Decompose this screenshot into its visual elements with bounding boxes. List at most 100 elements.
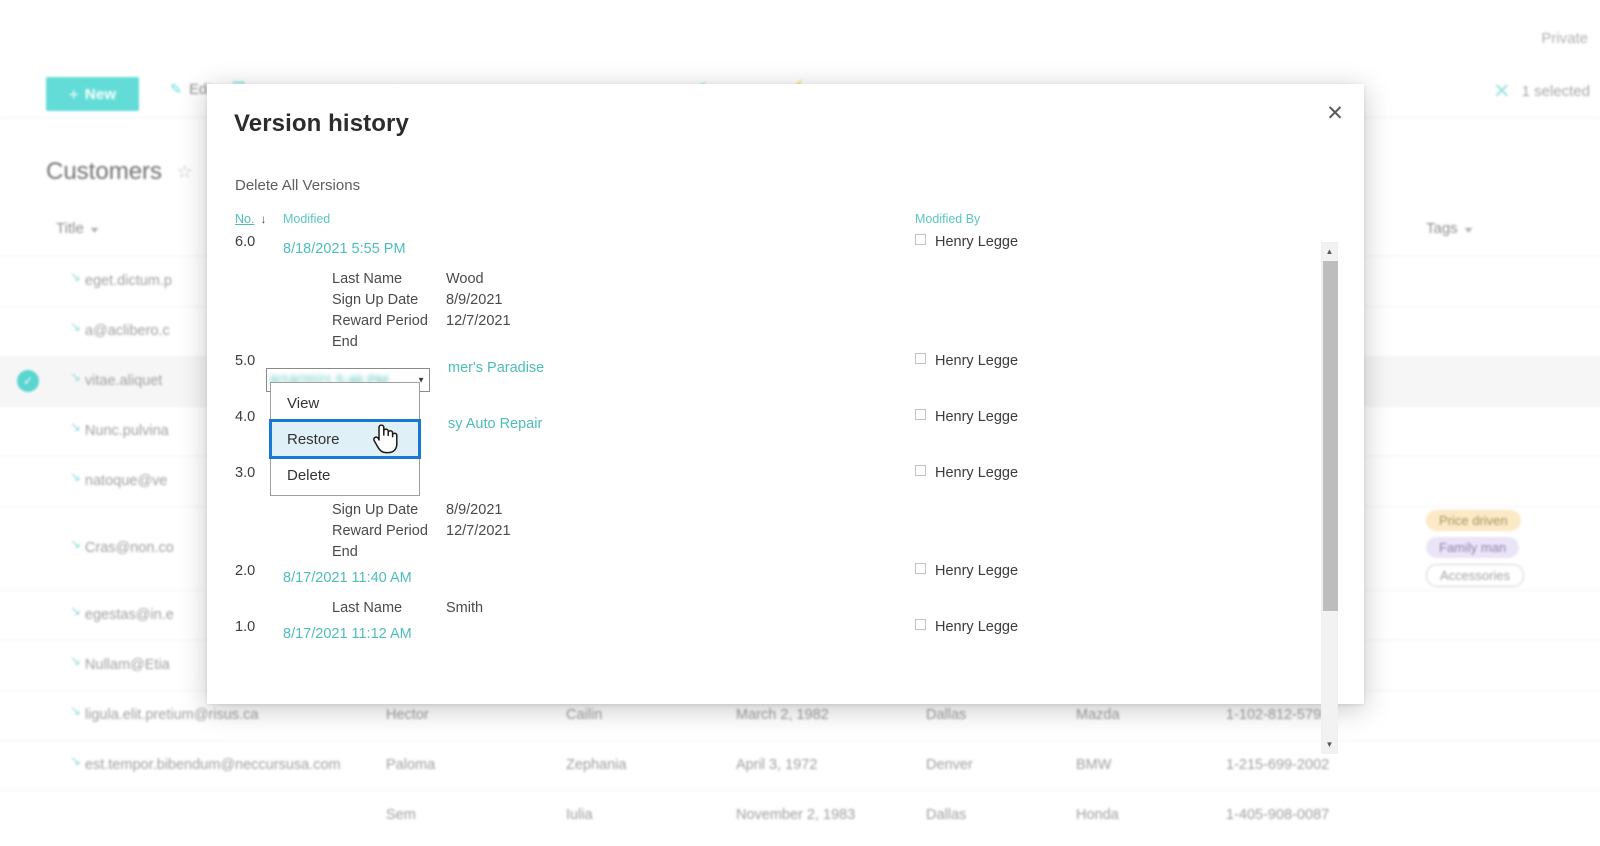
row-select-checkbox[interactable] <box>0 305 56 356</box>
version-number: 2.0 <box>235 563 256 580</box>
chevron-down-icon: ▾ <box>90 225 99 237</box>
row-select-checkbox[interactable] <box>0 255 56 306</box>
cell-tags <box>1426 639 1600 690</box>
chevron-down-icon: ▾ <box>1464 225 1472 237</box>
version-author-name: Henry Legge <box>935 465 1019 482</box>
cell-first-name-text: Sem <box>386 807 416 824</box>
cell-phone-text: 1-215-699-2002 <box>1226 757 1330 773</box>
cell-car: Honda <box>1076 789 1226 840</box>
cell-title-text: vitae.aliquet <box>84 373 163 389</box>
cell-tags <box>1426 305 1600 356</box>
version-author-name: Henry Legge <box>935 619 1019 636</box>
version-modified-by-cell: Henry Legge <box>915 409 1330 465</box>
modal-scrollbar[interactable]: ▲ ▼ <box>1321 242 1338 754</box>
cell-phone-text: 1-405-908-0087 <box>1226 807 1330 824</box>
scrollbar-thumb[interactable] <box>1323 261 1338 611</box>
cell-city-text: Dallas <box>926 807 967 824</box>
detail-field-value: 12/7/2021 <box>446 523 511 540</box>
new-button[interactable]: + New <box>46 77 139 111</box>
version-detail-row: Last Name Smith <box>332 598 483 619</box>
cell-dob-text: March 2, 1982 <box>736 707 829 723</box>
version-checkbox[interactable] <box>915 353 926 365</box>
cell-car-text: Honda <box>1076 807 1119 824</box>
version-detail-row: Reward Period End 12/7/2021 <box>332 311 511 353</box>
col-header-no[interactable]: No. ↓ <box>235 212 283 234</box>
shared-icon: ↘ <box>70 369 81 384</box>
cell-title <box>56 789 386 840</box>
version-date-link[interactable]: 8/18/2021 5:55 PM <box>283 234 915 257</box>
close-icon[interactable]: ✕ <box>1493 81 1511 102</box>
detail-field-name: Sign Up Date <box>332 292 419 309</box>
cell-first-name: Paloma <box>386 739 566 790</box>
table-row[interactable]: Sem Iulia November 2, 1983 Dallas Honda 1-405… <box>0 789 1600 840</box>
version-author-name: Henry Legge <box>935 563 1019 580</box>
version-change-details: Sign Up Date 8/9/2021 Reward Period End 12/… <box>332 500 511 563</box>
version-context-menu: View Restore Delete <box>269 382 421 496</box>
detail-field-name: Last Name <box>332 600 403 617</box>
scroll-up-arrow-icon[interactable]: ▲ <box>1322 243 1337 260</box>
cell-title-text: est.tempor.bibendum@neccursusa.com <box>84 757 341 773</box>
cell-dob: November 2, 1983 <box>736 789 926 840</box>
row-select-checkbox[interactable] <box>0 789 56 840</box>
cell-city: Dallas <box>926 789 1076 840</box>
menu-item-delete[interactable]: Delete <box>271 457 419 493</box>
tag-chip: Accessories <box>1426 563 1525 587</box>
row-select-checkbox[interactable] <box>0 589 56 640</box>
col-header-modified-by[interactable]: Modified By <box>915 212 1330 234</box>
selection-status[interactable]: ✕ 1 selected <box>1493 81 1590 102</box>
list-title-text: Customers <box>46 158 163 185</box>
tag-chip: Family man <box>1426 536 1520 558</box>
top-bar: Private <box>0 0 1600 66</box>
row-select-checkbox[interactable] <box>0 739 56 790</box>
shared-icon: ↘ <box>70 603 81 618</box>
shared-icon: ↘ <box>70 419 81 434</box>
cell-tags <box>1426 255 1600 306</box>
close-icon[interactable]: ✕ <box>1318 96 1352 130</box>
cell-tags: Price driven Family man Accessories <box>1426 505 1600 590</box>
scroll-down-arrow-icon[interactable]: ▼ <box>1322 736 1337 753</box>
cell-title-text: Nunc.pulvina <box>84 423 169 439</box>
version-date-link[interactable]: 8/17/2021 11:12 AM <box>283 619 915 642</box>
version-checkbox[interactable] <box>915 409 926 421</box>
table-row[interactable]: ↘ est.tempor.bibendum@neccursusa.com Palom… <box>0 739 1600 790</box>
detail-field-name: Sign Up Date <box>332 502 419 519</box>
cell-tags <box>1426 789 1600 840</box>
version-detail-row: Reward Period End 12/7/2021 <box>332 521 511 563</box>
version-date-link[interactable]: 8/17/2021 11:40 AM <box>283 563 915 586</box>
menu-item-restore[interactable]: Restore <box>269 419 421 459</box>
version-checkbox[interactable] <box>915 563 926 575</box>
cell-last-name-text: Zephania <box>566 757 627 773</box>
version-checkbox[interactable] <box>915 465 926 477</box>
version-detail-row: Sign Up Date 8/9/2021 <box>332 290 511 311</box>
cell-tags <box>1426 355 1600 406</box>
cell-title-text: Nullam@Etia <box>84 657 170 673</box>
delete-all-versions-link[interactable]: Delete All Versions <box>235 177 360 194</box>
cell-first-name: Sem <box>386 789 566 840</box>
row-select-checkbox[interactable] <box>0 405 56 456</box>
version-modified-by-cell: Henry Legge <box>915 234 1330 353</box>
menu-item-view[interactable]: View <box>271 385 419 421</box>
row-select-checkbox[interactable] <box>0 639 56 690</box>
version-detail-row: Sign Up Date 8/9/2021 <box>332 500 511 521</box>
version-author-name: Henry Legge <box>935 409 1019 426</box>
cell-tags <box>1426 405 1600 456</box>
version-checkbox[interactable] <box>915 619 926 631</box>
row-select-checkbox[interactable] <box>0 505 56 590</box>
cell-car-text: Mazda <box>1076 707 1120 723</box>
row-select-checkbox[interactable] <box>0 689 56 740</box>
row-select-checkbox[interactable]: ✓ <box>0 355 56 406</box>
shared-icon: ↘ <box>70 653 81 668</box>
version-checkbox[interactable] <box>915 234 926 245</box>
col-header-tags[interactable]: Tags ▾ <box>1426 218 1600 256</box>
star-icon[interactable]: ☆ <box>176 161 193 184</box>
version-author-name: Henry Legge <box>935 353 1019 370</box>
cell-dob-text: April 3, 1972 <box>736 757 818 773</box>
version-row[interactable]: 6.0 8/18/2021 5:55 PM Last Name Wood Sign Up… <box>235 234 1330 353</box>
version-change-details: Last Name Wood Sign Up Date 8/9/2021 Reward … <box>332 269 511 353</box>
col-header-modified[interactable]: Modified <box>283 212 915 234</box>
version-row[interactable]: 1.0 8/17/2021 11:12 AM Henry Legge <box>235 619 1330 675</box>
row-select-checkbox[interactable] <box>0 455 56 506</box>
cell-first-name-text: Paloma <box>386 757 436 773</box>
version-row[interactable]: 2.0 8/17/2021 11:40 AM Last Name Smith Henry… <box>235 563 1330 619</box>
version-modified-cell: 8/17/2021 11:12 AM <box>283 619 915 675</box>
